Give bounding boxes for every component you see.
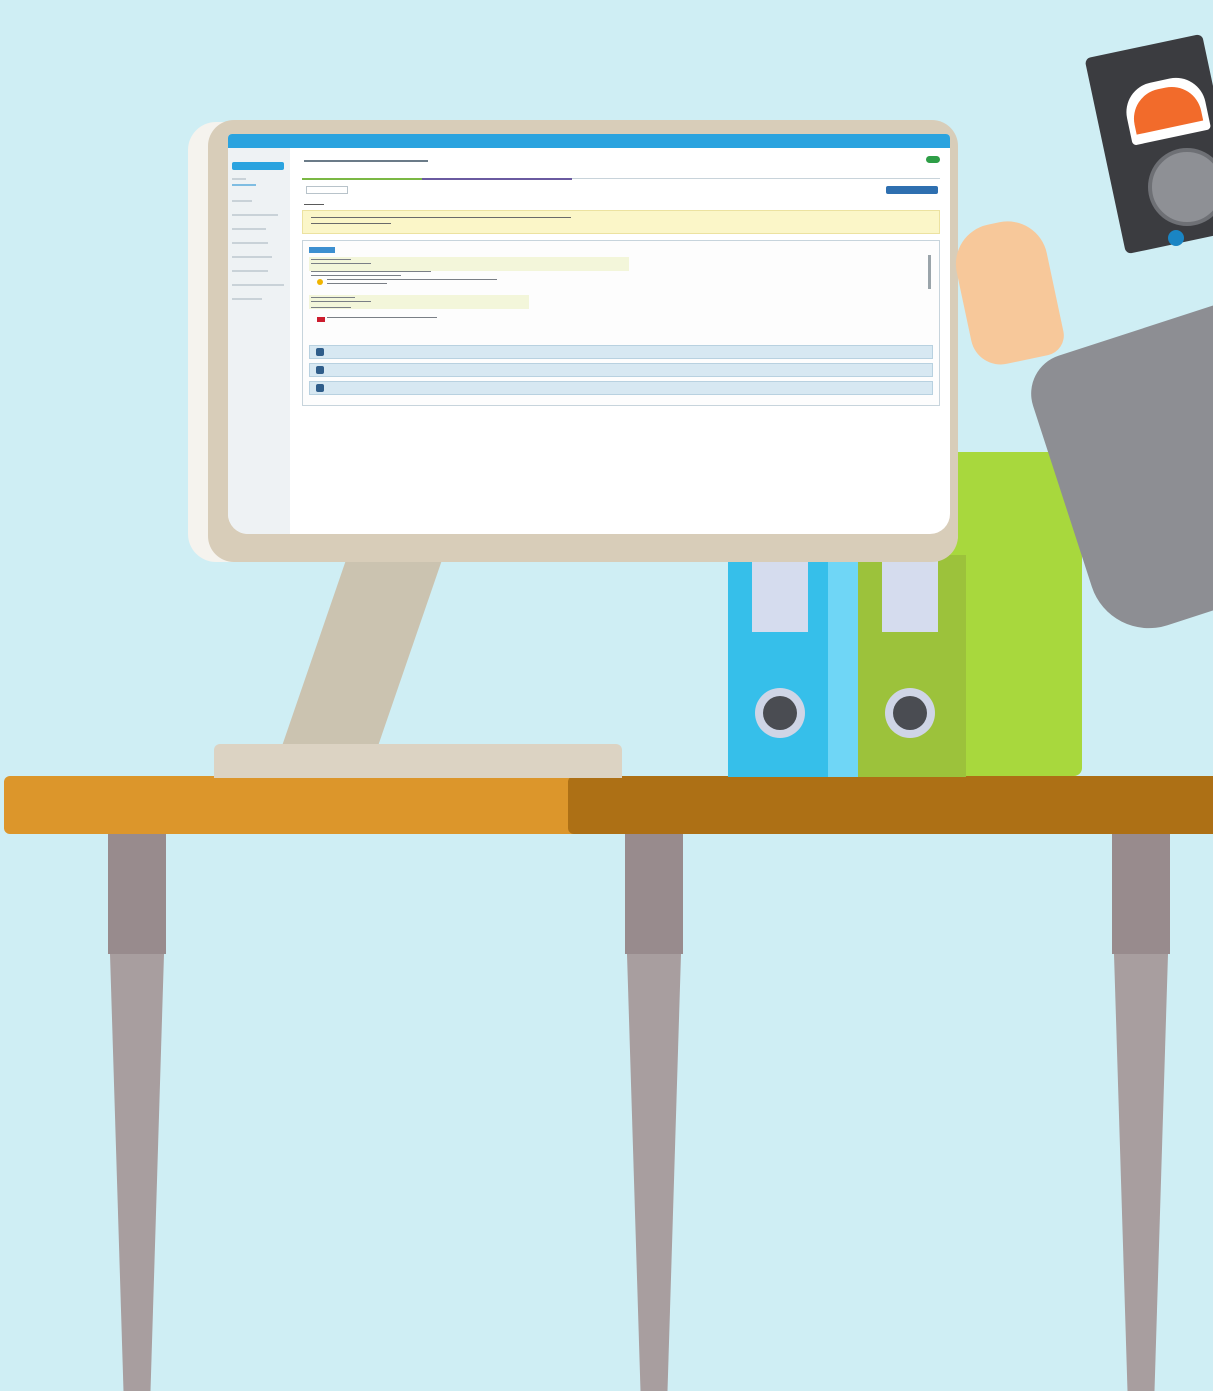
tab-progress-active (422, 178, 572, 180)
app-sidebar (228, 148, 290, 534)
desk-leg (1112, 834, 1170, 954)
sidebar-item[interactable] (232, 200, 252, 202)
scrollbar[interactable] (928, 255, 931, 289)
tab-progress (302, 178, 422, 180)
desk-top-left (4, 776, 584, 834)
tab-6[interactable] (772, 170, 872, 177)
text-line (311, 307, 351, 308)
binder-ring-icon (755, 688, 805, 738)
desk-leg (627, 954, 681, 1391)
details-panel (302, 240, 940, 406)
sidebar-item[interactable] (232, 214, 278, 216)
highlight-block (309, 257, 629, 271)
warning-message-box (302, 210, 940, 234)
sidebar-item[interactable] (232, 242, 268, 244)
desk-leg (1114, 954, 1168, 1391)
list-row[interactable] (309, 363, 933, 377)
warning-line (311, 217, 571, 218)
text-line (311, 263, 371, 264)
text-line (311, 301, 371, 302)
sidebar-item[interactable] (232, 298, 262, 300)
probe-tip-icon (1168, 230, 1184, 246)
text-line (311, 259, 351, 260)
warning-line (311, 223, 391, 224)
item-icon (316, 366, 324, 374)
tab-4[interactable] (572, 170, 672, 177)
desk-leg (625, 834, 683, 954)
sidebar-item[interactable] (232, 256, 272, 258)
item-icon (316, 384, 324, 392)
tab-5[interactable] (672, 170, 772, 177)
error-badge (317, 317, 325, 322)
item-icon (316, 348, 324, 356)
text-line (327, 279, 497, 280)
text-line (311, 275, 401, 276)
app-topbar (228, 134, 950, 148)
text-line (311, 297, 355, 298)
binder-label (752, 556, 808, 632)
binder-blue-edge (828, 555, 860, 777)
tab-2[interactable] (362, 170, 422, 177)
panel-action-button[interactable] (309, 247, 335, 253)
monitor-neck (282, 560, 442, 746)
tab-3[interactable] (422, 170, 572, 177)
sidebar-line (232, 184, 256, 186)
list-row[interactable] (309, 381, 933, 395)
section-label (304, 204, 324, 205)
page-title-text (304, 160, 428, 162)
text-line (327, 283, 387, 284)
desk-leg (110, 954, 164, 1391)
person-hand (948, 213, 1068, 371)
text-line (327, 317, 437, 318)
monitor-screen (228, 134, 950, 534)
tab-1[interactable] (302, 170, 362, 177)
desk-leg (108, 834, 166, 954)
app-main (298, 148, 944, 534)
text-line (311, 271, 431, 272)
go-button[interactable] (926, 156, 940, 163)
monitor-stand (214, 744, 622, 778)
toolbar-icons[interactable] (886, 186, 938, 194)
sidebar-item[interactable] (232, 284, 284, 286)
sidebar-item[interactable] (232, 270, 268, 272)
sidebar-line (232, 178, 246, 180)
filter-buttons[interactable] (306, 186, 348, 194)
warning-icon (317, 279, 323, 285)
list-row[interactable] (309, 345, 933, 359)
sidebar-item[interactable] (232, 228, 266, 230)
desk-top-right (568, 776, 1213, 834)
binder-ring-icon (885, 688, 935, 738)
sidebar-primary-button[interactable] (232, 162, 284, 170)
binder-label (882, 556, 938, 632)
